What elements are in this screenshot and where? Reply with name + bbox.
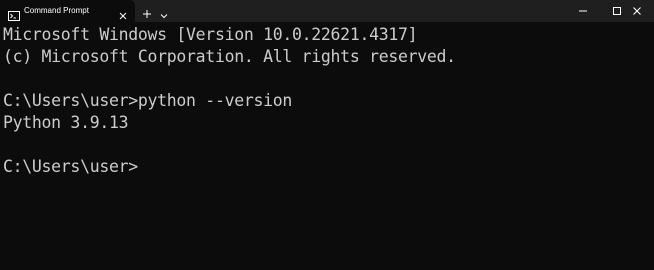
close-tab-icon[interactable] xyxy=(118,6,128,20)
close-window-button[interactable] xyxy=(620,0,654,22)
minimize-icon xyxy=(579,10,587,12)
terminal-line: C:\Users\user>python --version xyxy=(3,91,293,110)
tab-title: Command Prompt xyxy=(24,6,89,15)
close-icon xyxy=(633,7,641,15)
terminal-line: Python 3.9.13 xyxy=(3,113,129,132)
minimize-button[interactable] xyxy=(566,0,600,22)
terminal-line: (c) Microsoft Corporation. All rights re… xyxy=(3,47,456,66)
terminal-output[interactable]: Microsoft Windows [Version 10.0.22621.43… xyxy=(0,22,654,270)
terminal-icon xyxy=(8,6,20,21)
terminal-line: Microsoft Windows [Version 10.0.22621.43… xyxy=(3,25,418,44)
new-tab-plus-icon[interactable] xyxy=(141,5,153,18)
terminal-prompt: C:\Users\user> xyxy=(3,157,138,176)
chevron-down-icon[interactable] xyxy=(159,6,169,19)
title-bar: Command Prompt xyxy=(0,0,654,22)
tab-command-prompt[interactable]: Command Prompt xyxy=(0,0,135,22)
